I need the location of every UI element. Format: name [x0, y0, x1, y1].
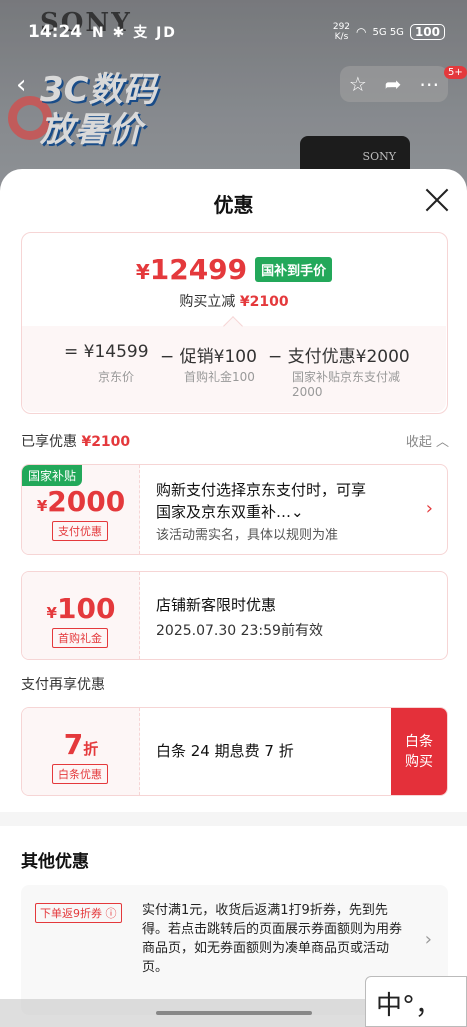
card-desc-sub: 2025.07.30 23:59前有效 — [156, 623, 323, 639]
message-badge: 5+ — [444, 66, 467, 79]
network-speed: 292 K/s — [332, 22, 351, 42]
pay-more-label: 支付再享优惠 — [21, 677, 105, 693]
status-time: 14:24 — [28, 22, 83, 42]
share-icon[interactable]: ➦ — [385, 72, 402, 96]
gov-subsidy-card[interactable]: 国家补贴 ¥2000 支付优惠 购新支付选择京东支付时，可享 国家及京东双重补…… — [21, 464, 448, 555]
sheet-title: 优惠 — [213, 193, 254, 217]
star-icon[interactable]: ☆ — [349, 72, 367, 96]
wifi-icon: ◠ — [356, 25, 367, 39]
card-type-tag: 首购礼金 — [52, 628, 108, 648]
return-coupon-tag: 下单返9折券 ⓘ — [35, 903, 122, 923]
promo-price-label: 首购礼金100 — [184, 370, 255, 384]
card-type-tag: 白条优惠 — [52, 764, 108, 784]
pay-discount-label: 国家补贴京东支付减 2000 — [292, 370, 401, 399]
promo-price: − 促销¥100 — [160, 347, 257, 367]
back-arrow-icon[interactable]: ‹ — [16, 70, 46, 100]
card-amount: ¥2000 — [36, 485, 126, 518]
ime-floating-indicator[interactable]: 中°， — [365, 976, 467, 1027]
gov-subsidy-corner-tag: 国家补贴 — [22, 465, 83, 486]
card-desc: 购新支付选择京东支付时，可享 国家及京东双重补…⌄ — [156, 481, 367, 521]
status-left-icons: N ✱ 支 JD — [92, 25, 177, 41]
card-desc: 店铺新客限时优惠 — [156, 596, 277, 614]
pay-discount: − 支付优惠¥2000 — [268, 347, 410, 367]
home-indicator[interactable] — [156, 1011, 312, 1015]
jd-price: = ¥14599 — [64, 342, 149, 362]
network-label: 5G 5G — [372, 26, 404, 38]
chevron-right-icon[interactable]: › — [425, 929, 432, 950]
final-price: ¥12499 — [135, 253, 248, 286]
jd-price-label: 京东价 — [98, 370, 135, 384]
other-discounts-title: 其他优惠 — [21, 852, 89, 872]
status-bar: 14:24 N ✱ 支 JD 292 K/s ◠ 5G 5G 100 — [0, 0, 467, 64]
collapse-toggle[interactable]: 收起 ︿ — [406, 431, 449, 450]
status-right: 292 K/s ◠ 5G 5G 100 — [333, 22, 445, 42]
discount-sheet: 优惠 ¥12499 国补到手价 购买立减 ¥2100 = ¥14599 京东价 … — [0, 169, 467, 1027]
instant-reduce: 购买立减 ¥2100 — [179, 294, 289, 310]
price-breakdown: = ¥14599 京东价 − 促销¥100 首购礼金100 − 支付优惠¥200… — [22, 326, 446, 412]
gov-subsidy-tag: 国补到手价 — [255, 257, 333, 282]
baitiao-card: 7折 白条优惠 白条 24 期息费 7 折 白条 购买 — [21, 707, 448, 796]
section-divider — [0, 812, 467, 826]
enjoyed-discount-label: 已享优惠 ¥2100 — [21, 434, 131, 450]
card-type-tag: 支付优惠 — [52, 521, 108, 541]
card-desc-sub: 该活动需实名，具体以规则为准 — [156, 528, 339, 543]
baitiao-buy-button[interactable]: 白条 购买 — [391, 708, 447, 795]
other-discount-text: 实付满1元，收货后返满1打9折券，先到先得。若点击跳转后的页面展示券面额则为用券… — [142, 903, 403, 975]
card-amount: ¥100 — [46, 592, 116, 625]
close-icon[interactable] — [424, 187, 450, 213]
nav-action-pill: ☆ ➦ ⋯ — [340, 66, 448, 102]
chevron-right-icon[interactable]: › — [426, 498, 433, 519]
store-newcomer-card: ¥100 首购礼金 店铺新客限时优惠 2025.07.30 23:59前有效 — [21, 571, 448, 660]
more-icon[interactable]: ⋯ — [419, 72, 439, 96]
price-summary: ¥12499 国补到手价 购买立减 ¥2100 = ¥14599 京东价 − 促… — [21, 232, 448, 414]
card-desc: 白条 24 期息费 7 折 — [156, 742, 294, 760]
card-amount: 7折 — [63, 728, 99, 761]
battery-icon: 100 — [409, 24, 445, 40]
